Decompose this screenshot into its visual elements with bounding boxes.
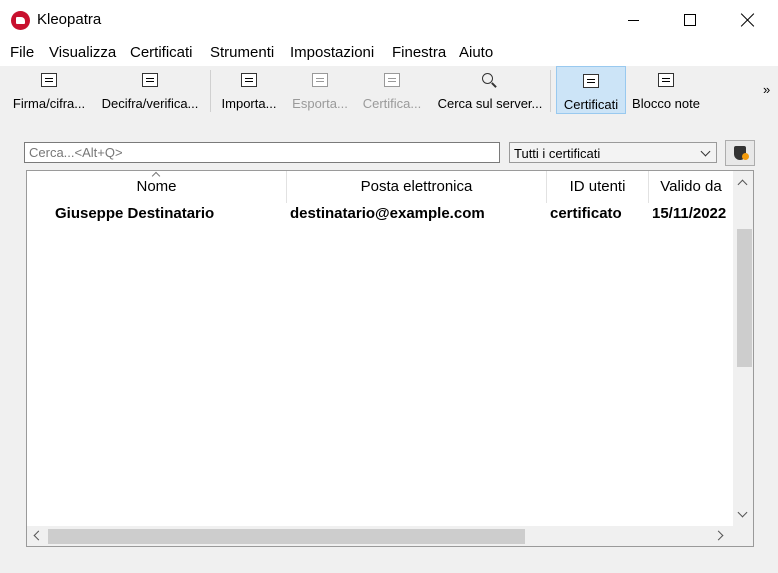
window-title: Kleopatra [37,11,102,28]
minimize-button[interactable] [604,0,662,40]
configure-filter-button[interactable] [725,140,755,166]
horizontal-scroll-thumb[interactable] [48,529,525,544]
menu-impostazioni[interactable]: Impostazioni [290,44,374,61]
close-button[interactable] [719,0,777,40]
column-header-email[interactable]: Posta elettronica [287,171,547,203]
certificate-table[interactable]: Nome Posta elettronica ID utenti Valido … [26,170,754,547]
maximize-button[interactable] [661,0,719,40]
cell-name: Giuseppe Destinatario [55,205,215,222]
column-header-label: Posta elettronica [360,178,473,195]
scroll-down-arrow-icon[interactable] [737,507,748,518]
notepad-button[interactable]: Blocco note [630,66,702,114]
toolbar-separator [210,70,211,112]
lookup-server-label: Cerca sul server... [437,96,543,111]
column-header-valid-from[interactable]: Valido da [649,171,733,203]
toolbar-separator [550,70,551,112]
notepad-icon [658,73,674,87]
decrypt-verify-label: Decifra/verifica... [101,96,199,111]
maximize-icon [684,14,696,26]
certificates-view-button[interactable]: Certificati [556,66,626,114]
search-input[interactable] [25,143,499,162]
certificates-label: Certificati [563,97,619,112]
cell-valid-from: 15/11/2022 [652,205,727,222]
horizontal-scrollbar[interactable] [27,526,753,546]
scroll-up-arrow-icon[interactable] [737,179,748,190]
export-label: Esporta... [292,96,348,111]
menu-file[interactable]: File [10,44,34,61]
sort-ascending-icon [151,171,161,179]
import-button[interactable]: Importa... [217,66,281,114]
menu-visualizza[interactable]: Visualizza [49,44,116,61]
scroll-right-arrow-icon[interactable] [713,530,724,541]
menu-strumenti[interactable]: Strumenti [210,44,274,61]
column-header-user-ids[interactable]: ID utenti [547,171,649,203]
menu-finestra[interactable]: Finestra [392,44,446,61]
sign-encrypt-label: Firma/cifra... [12,96,86,111]
certify-label: Certifica... [362,96,422,111]
scroll-left-arrow-icon[interactable] [33,530,44,541]
certificate-filter-value: Tutti i certificati [514,146,601,161]
sign-encrypt-button[interactable]: Firma/cifra... [8,66,90,114]
vertical-scrollbar[interactable] [733,171,753,527]
column-header-name[interactable]: Nome [27,171,287,203]
search-field[interactable] [24,142,500,163]
import-icon [241,73,257,87]
minimize-icon [627,19,639,21]
import-label: Importa... [221,96,277,111]
export-icon [312,73,328,87]
chevron-down-icon [700,146,711,157]
menu-aiuto[interactable]: Aiuto [459,44,493,61]
certificates-icon [583,74,599,88]
lookup-server-button[interactable]: Cerca sul server... [433,66,547,114]
column-header-label: ID utenti [569,178,626,195]
decrypt-verify-icon [142,73,158,87]
export-button[interactable]: Esporta... [289,66,351,114]
toolbar-overflow-button[interactable]: » [763,82,770,97]
column-header-label: Nome [136,178,177,195]
sign-encrypt-icon [41,73,57,87]
toolbar: Firma/cifra... Decifra/verifica... Impor… [0,66,778,116]
title-bar: Kleopatra [0,0,778,40]
kleopatra-app-icon [11,11,30,30]
decrypt-verify-button[interactable]: Decifra/verifica... [98,66,202,114]
vertical-scroll-thumb[interactable] [737,229,752,367]
menu-bar: File Visualizza Certificati Strumenti Im… [0,40,778,66]
close-icon [741,13,755,27]
cell-email: destinatario@example.com [290,205,485,222]
search-icon [481,73,497,88]
notepad-label: Blocco note [632,96,700,111]
cell-user-ids: certificato [550,205,622,222]
certify-icon [384,73,400,87]
column-header-label: Valido da [660,178,722,195]
certificate-filter-dropdown[interactable]: Tutti i certificati [509,142,717,163]
menu-certificati[interactable]: Certificati [130,44,193,61]
warning-badge-icon [742,153,749,160]
certify-button[interactable]: Certifica... [359,66,425,114]
